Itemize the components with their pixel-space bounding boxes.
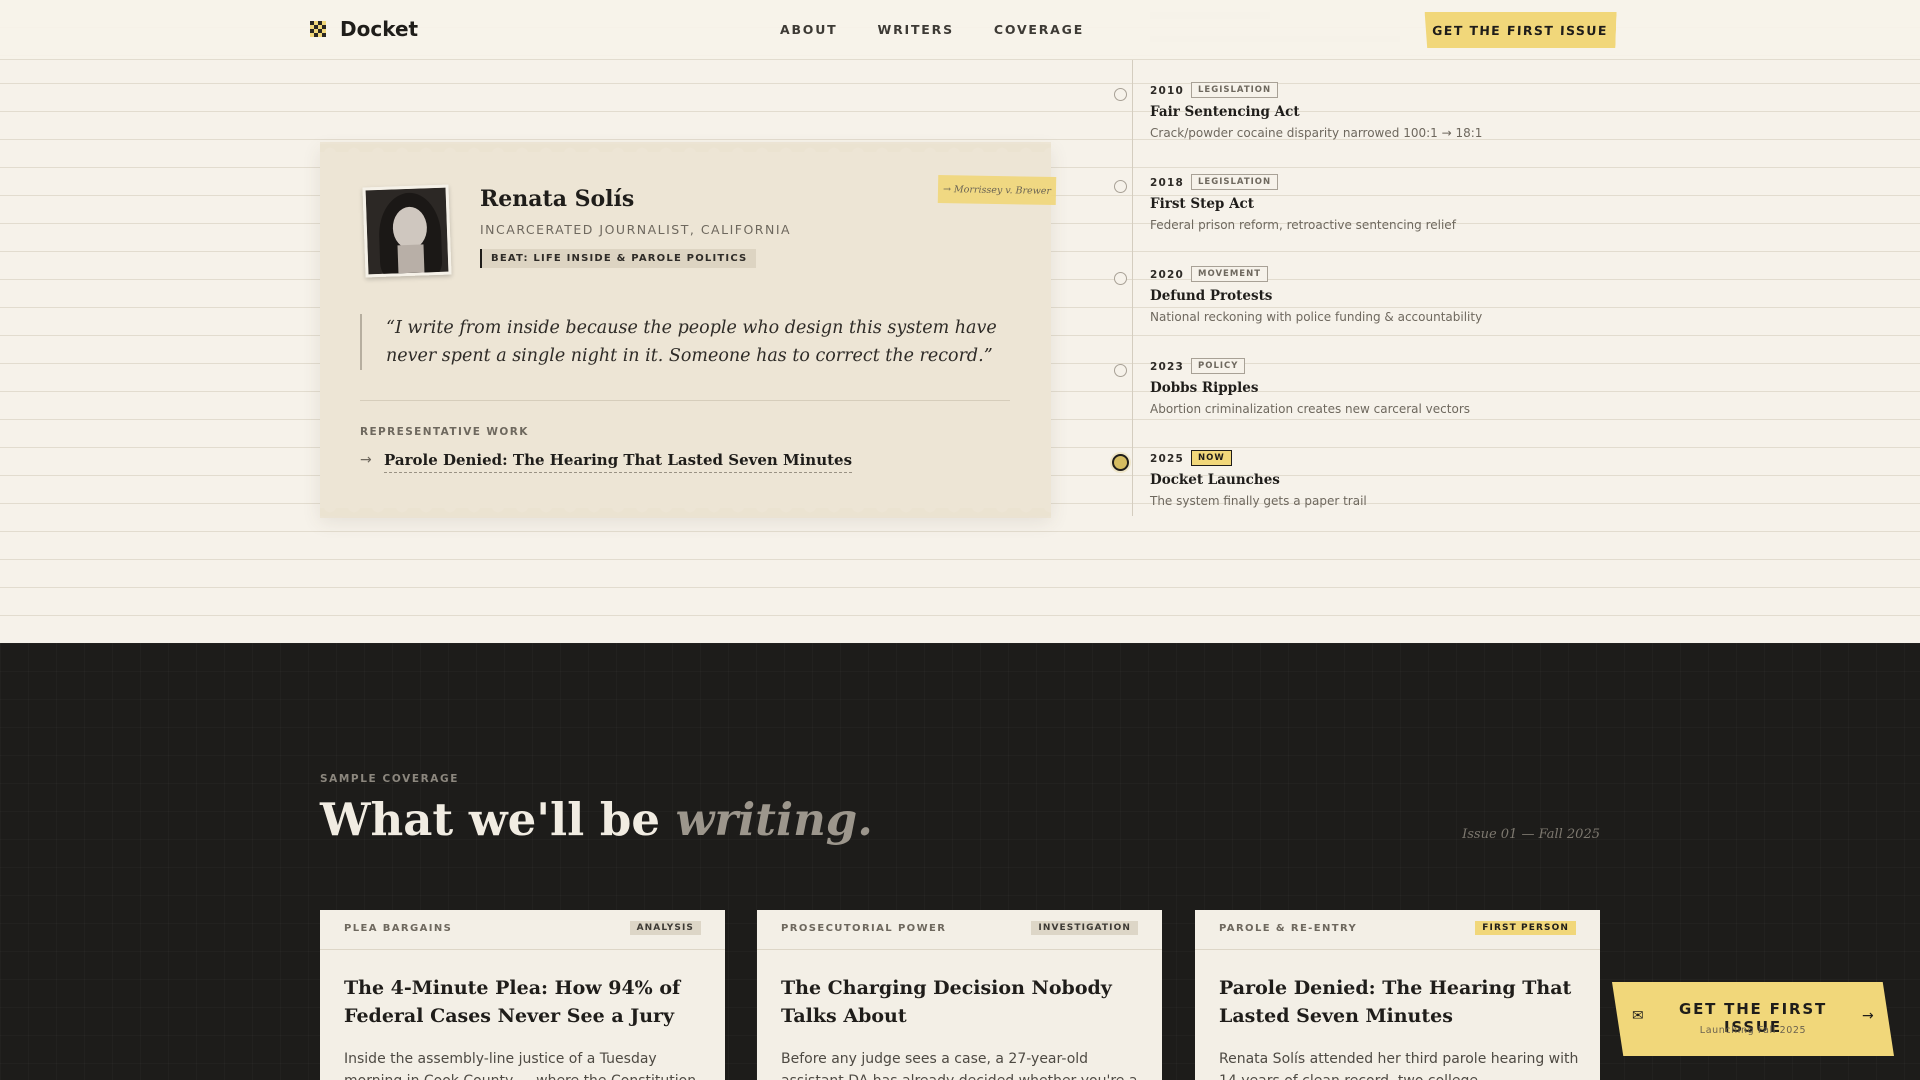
hero-paper-section: Docket ABOUT WRITERS COVERAGE GET THE FI… xyxy=(0,0,1920,643)
article-category: PLEA BARGAINS xyxy=(344,923,453,934)
article-type-badge: INVESTIGATION xyxy=(1031,921,1138,935)
article-category: PAROLE & RE-ENTRY xyxy=(1219,923,1358,934)
writer-name: Renata Solís xyxy=(480,186,635,212)
checker-square-icon xyxy=(310,21,326,37)
top-navigation: Docket ABOUT WRITERS COVERAGE GET THE FI… xyxy=(0,0,1920,60)
arrow-right-icon: → xyxy=(360,452,372,468)
article-title: The Charging Decision Nobody Talks About xyxy=(781,977,1112,1027)
timeline-item: 2020 MOVEMENT Defund Protests National r… xyxy=(1114,260,1534,340)
article-excerpt: Renata Solís attended her third parole h… xyxy=(1219,1051,1579,1080)
timeline-title: Defund Protests xyxy=(1150,288,1273,304)
representative-work-label: REPRESENTATIVE WORK xyxy=(360,426,529,438)
timeline-title: Fair Sentencing Act xyxy=(1150,104,1300,120)
article-card[interactable]: PLEA BARGAINS ANALYSIS The 4-Minute Plea… xyxy=(320,910,725,1080)
timeline-title: First Step Act xyxy=(1150,196,1255,212)
case-tag-note: → Morrissey v. Brewer xyxy=(937,174,1057,206)
timeline-item: 2018 LEGISLATION First Step Act Federal … xyxy=(1114,168,1534,248)
timeline-desc: National reckoning with police funding &… xyxy=(1150,310,1483,324)
article-title: The 4-Minute Plea: How 94% of Federal Ca… xyxy=(344,977,681,1027)
nav-link-writers[interactable]: WRITERS xyxy=(878,22,954,37)
brand-icon-cell xyxy=(322,33,326,37)
article-title: Parole Denied: The Hearing That Lasted S… xyxy=(1219,977,1572,1027)
article-card-header: PROSECUTORIAL POWER INVESTIGATION xyxy=(757,910,1162,950)
nav-link-coverage[interactable]: COVERAGE xyxy=(994,22,1084,37)
article-card-header: PAROLE & RE-ENTRY FIRST PERSON xyxy=(1195,910,1600,950)
divider xyxy=(360,400,1010,401)
article-type-badge: FIRST PERSON xyxy=(1475,921,1576,935)
timeline-badge: MOVEMENT xyxy=(1191,266,1269,282)
writer-quote: “I write from inside because the people … xyxy=(360,314,1000,370)
article-excerpt: Inside the assembly-line justice of a Tu… xyxy=(344,1051,696,1080)
section-label: SAMPLE COVERAGE xyxy=(320,773,460,785)
writer-role: INCARCERATED JOURNALIST, CALIFORNIA xyxy=(480,222,792,237)
article-card[interactable]: PROSECUTORIAL POWER INVESTIGATION The Ch… xyxy=(757,910,1162,1080)
timeline-badge-now: NOW xyxy=(1191,450,1232,466)
timeline-item-current: 2025 NOW Docket Launches The system fina… xyxy=(1112,444,1534,524)
timeline-title: Docket Launches xyxy=(1150,472,1280,488)
timeline-year: 2020 xyxy=(1150,269,1185,281)
section-title-plain: What we'll be xyxy=(320,793,676,846)
timeline-title: Dobbs Ripples xyxy=(1150,380,1259,396)
timeline-year: 2010 xyxy=(1150,85,1185,97)
timeline-dot xyxy=(1114,180,1127,193)
timeline-desc: Federal prison reform, retroactive sente… xyxy=(1150,218,1456,232)
timeline-desc: Abortion criminalization creates new car… xyxy=(1150,402,1470,416)
brand-logo[interactable]: Docket xyxy=(310,17,418,41)
timeline-dot xyxy=(1114,272,1127,285)
get-first-issue-button[interactable]: GET THE FIRST ISSUE xyxy=(1423,12,1616,48)
arrow-right-icon: → xyxy=(1862,1008,1874,1024)
timeline-desc: Crack/powder cocaine disparity narrowed … xyxy=(1150,126,1483,140)
avatar-neck xyxy=(397,244,425,276)
writer-profile-card: Renata Solís INCARCERATED JOURNALIST, CA… xyxy=(320,142,1057,518)
nav-link-about[interactable]: ABOUT xyxy=(780,22,838,37)
timeline-badge: LEGISLATION xyxy=(1191,82,1279,98)
section-title-italic: writing. xyxy=(675,793,873,846)
brand-name: Docket xyxy=(340,17,419,41)
article-card-header: PLEA BARGAINS ANALYSIS xyxy=(320,910,725,950)
timeline-dot xyxy=(1114,88,1127,101)
representative-work-link[interactable]: Parole Denied: The Hearing That Lasted S… xyxy=(384,451,853,473)
floating-cta-sub: Launching Fall 2025 xyxy=(1699,1025,1807,1036)
timeline-badge: POLICY xyxy=(1191,358,1246,374)
section-title: What we'll be writing. xyxy=(320,793,873,846)
timeline-item: 2023 POLICY Dobbs Ripples Abortion crimi… xyxy=(1114,352,1534,432)
timeline-dot-current xyxy=(1112,454,1129,471)
article-category: PROSECUTORIAL POWER xyxy=(781,923,947,934)
floating-get-first-issue-button[interactable]: ✉ GET THE FIRST ISSUE Launching Fall 202… xyxy=(1612,982,1894,1056)
timeline-item: 2010 LEGISLATION Fair Sentencing Act Cra… xyxy=(1114,76,1534,156)
writer-beat-badge: BEAT: LIFE INSIDE & PAROLE POLITICS xyxy=(480,249,757,268)
avatar xyxy=(362,184,452,278)
timeline-desc: The system finally gets a paper trail xyxy=(1150,494,1367,508)
nav-links: ABOUT WRITERS COVERAGE xyxy=(780,22,1084,37)
issue-note: Issue 01 — Fall 2025 xyxy=(1462,827,1600,842)
timeline-year: 2023 xyxy=(1150,361,1185,373)
article-excerpt: Before any judge sees a case, a 27-year-… xyxy=(781,1051,1137,1080)
article-card[interactable]: PAROLE & RE-ENTRY FIRST PERSON Parole De… xyxy=(1195,910,1600,1080)
article-type-badge: ANALYSIS xyxy=(629,921,701,935)
timeline-year: 2018 xyxy=(1150,177,1185,189)
timeline-year: 2025 xyxy=(1150,453,1185,465)
timeline-dot xyxy=(1114,364,1127,377)
timeline-badge: LEGISLATION xyxy=(1191,174,1279,190)
envelope-icon: ✉ xyxy=(1632,1008,1644,1024)
